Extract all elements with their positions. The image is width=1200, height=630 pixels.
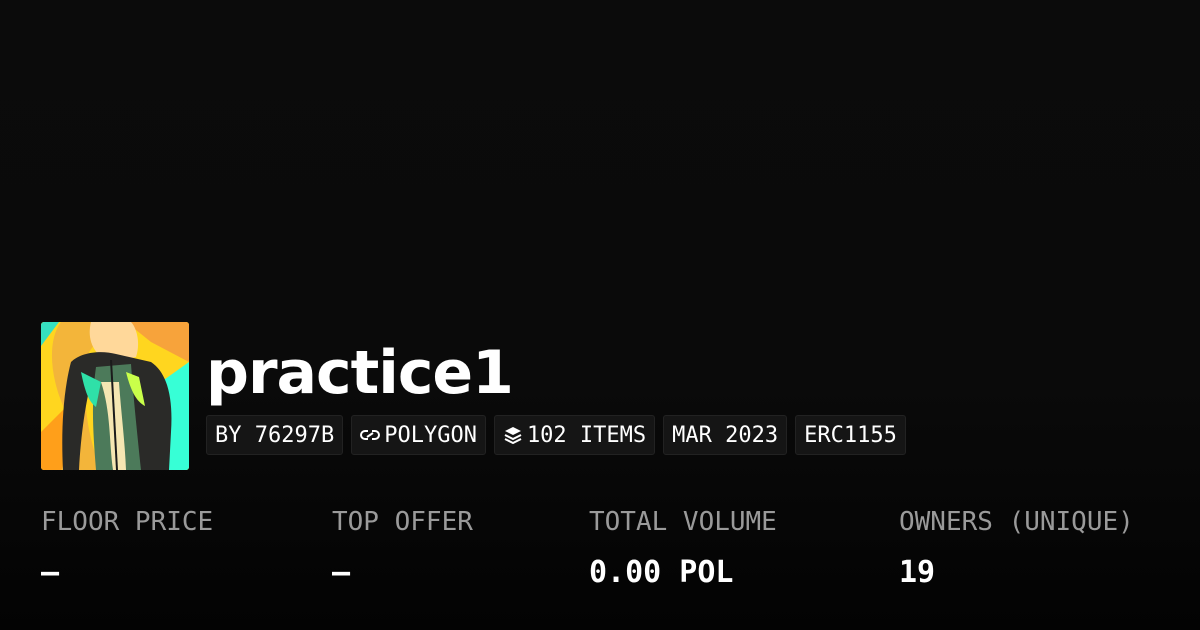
standard-badge-label: ERC1155 — [804, 422, 897, 448]
owners-label: OWNERS (UNIQUE) — [899, 507, 1134, 537]
top-offer-label: TOP OFFER — [332, 507, 473, 537]
creator-badge[interactable]: BY 76297B — [206, 415, 344, 455]
total-volume-value: 0.00 POL — [589, 555, 734, 590]
date-badge-label: MAR 2023 — [672, 422, 779, 448]
total-volume-stat: TOTAL VOLUME 0.00 POL — [589, 505, 777, 591]
collection-share-card: practice1 BY 76297B POLYGON 102 ITEMS MA… — [0, 0, 1200, 630]
floor-price-value: – — [41, 555, 60, 590]
collection-avatar — [41, 322, 189, 470]
owners-stat: OWNERS (UNIQUE) 19 — [899, 505, 1134, 591]
chain-badge-label: POLYGON — [384, 422, 477, 448]
floor-price-label: FLOOR PRICE — [41, 507, 214, 537]
collection-title: practice1 — [206, 338, 514, 408]
chain-link-icon — [360, 425, 381, 445]
top-offer-value: – — [332, 555, 351, 590]
layers-icon — [503, 425, 523, 445]
top-offer-stat: TOP OFFER – — [332, 505, 473, 591]
chain-badge[interactable]: POLYGON — [351, 415, 486, 455]
standard-badge: ERC1155 — [795, 415, 906, 455]
owners-value: 19 — [899, 555, 936, 590]
date-badge: MAR 2023 — [663, 415, 788, 455]
floor-price-stat: FLOOR PRICE – — [41, 505, 213, 591]
creator-badge-label: BY 76297B — [215, 422, 335, 448]
items-badge[interactable]: 102 ITEMS — [493, 415, 656, 455]
collection-badges: BY 76297B POLYGON 102 ITEMS MAR 2023 ERC… — [206, 415, 906, 455]
total-volume-label: TOTAL VOLUME — [589, 507, 777, 537]
items-badge-label: 102 ITEMS — [526, 422, 647, 448]
